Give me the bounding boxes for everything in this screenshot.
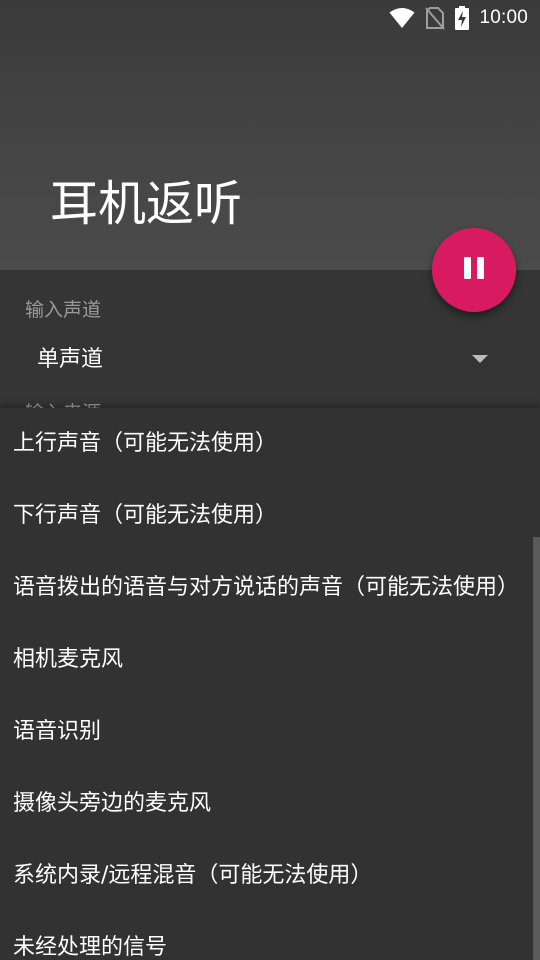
list-scrollbar[interactable] (533, 537, 540, 960)
source-option-label: 下行声音（可能无法使用） (13, 503, 278, 528)
input-source-dropdown-list[interactable]: 上行声音（可能无法使用） 下行声音（可能无法使用） 语音拨出的语音与对方说话的声… (0, 408, 540, 960)
dropdown-arrow-icon (472, 355, 488, 363)
source-option-downlink[interactable]: 下行声音（可能无法使用） (0, 480, 532, 552)
no-sim-icon (425, 6, 446, 30)
battery-charging-icon (455, 6, 470, 30)
page-title: 耳机返听 (50, 176, 243, 232)
source-option-camcorder[interactable]: 相机麦克风 (0, 624, 532, 696)
source-option-label: 语音识别 (13, 719, 102, 744)
wifi-icon (389, 7, 415, 29)
source-option-camera-mic[interactable]: 摄像头旁边的麦克风 (0, 768, 532, 840)
input-channel-dropdown[interactable]: 单声道 (0, 336, 540, 384)
source-option-remote-submix[interactable]: 系统内录/远程混音（可能无法使用） (0, 840, 532, 912)
app-screen: 耳机返听 10:00 输入声道 单声道 上行声音（可能无法使用） 下行声音（可能… (0, 0, 540, 960)
source-option-label: 摄像头旁边的麦克风 (13, 791, 212, 816)
source-option-voice-recognition[interactable]: 语音识别 (0, 696, 532, 768)
input-channel-value: 单声道 (37, 347, 104, 372)
pause-icon (461, 255, 487, 285)
source-option-uplink[interactable]: 上行声音（可能无法使用） (0, 408, 532, 480)
source-option-unprocessed[interactable]: 未经处理的信号 (0, 912, 532, 960)
status-icons: 10:00 (389, 4, 528, 32)
source-option-label: 上行声音（可能无法使用） (13, 431, 278, 456)
source-option-label: 未经处理的信号 (13, 935, 168, 960)
source-option-label: 语音拨出的语音与对方说话的声音（可能无法使用） (13, 575, 520, 600)
pause-button[interactable] (432, 228, 516, 312)
source-option-label: 相机麦克风 (13, 647, 124, 672)
status-time: 10:00 (479, 7, 528, 28)
input-channel-label: 输入声道 (25, 299, 102, 321)
status-bar: 10:00 (0, 0, 540, 36)
source-option-label: 系统内录/远程混音（可能无法使用） (13, 863, 373, 888)
source-option-voice-call[interactable]: 语音拨出的语音与对方说话的声音（可能无法使用） (0, 552, 532, 624)
